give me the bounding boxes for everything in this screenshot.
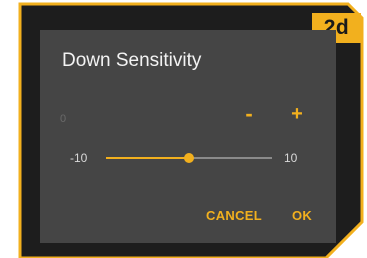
sensitivity-slider[interactable] [106, 150, 272, 166]
slider-max-label: 10 [284, 151, 298, 165]
sensitivity-dialog: Down Sensitivity 0 - + -10 10 CANCEL OK [40, 30, 336, 243]
increase-button[interactable]: + [288, 102, 306, 126]
ok-button[interactable]: OK [292, 208, 312, 223]
slider-fill [106, 157, 189, 159]
slider-thumb[interactable] [184, 153, 194, 163]
dialog-title: Down Sensitivity [62, 50, 202, 71]
current-value: 0 [60, 113, 67, 125]
decrease-button[interactable]: - [241, 101, 257, 126]
slider-min-label: -10 [70, 151, 88, 165]
cancel-button[interactable]: CANCEL [206, 208, 262, 223]
